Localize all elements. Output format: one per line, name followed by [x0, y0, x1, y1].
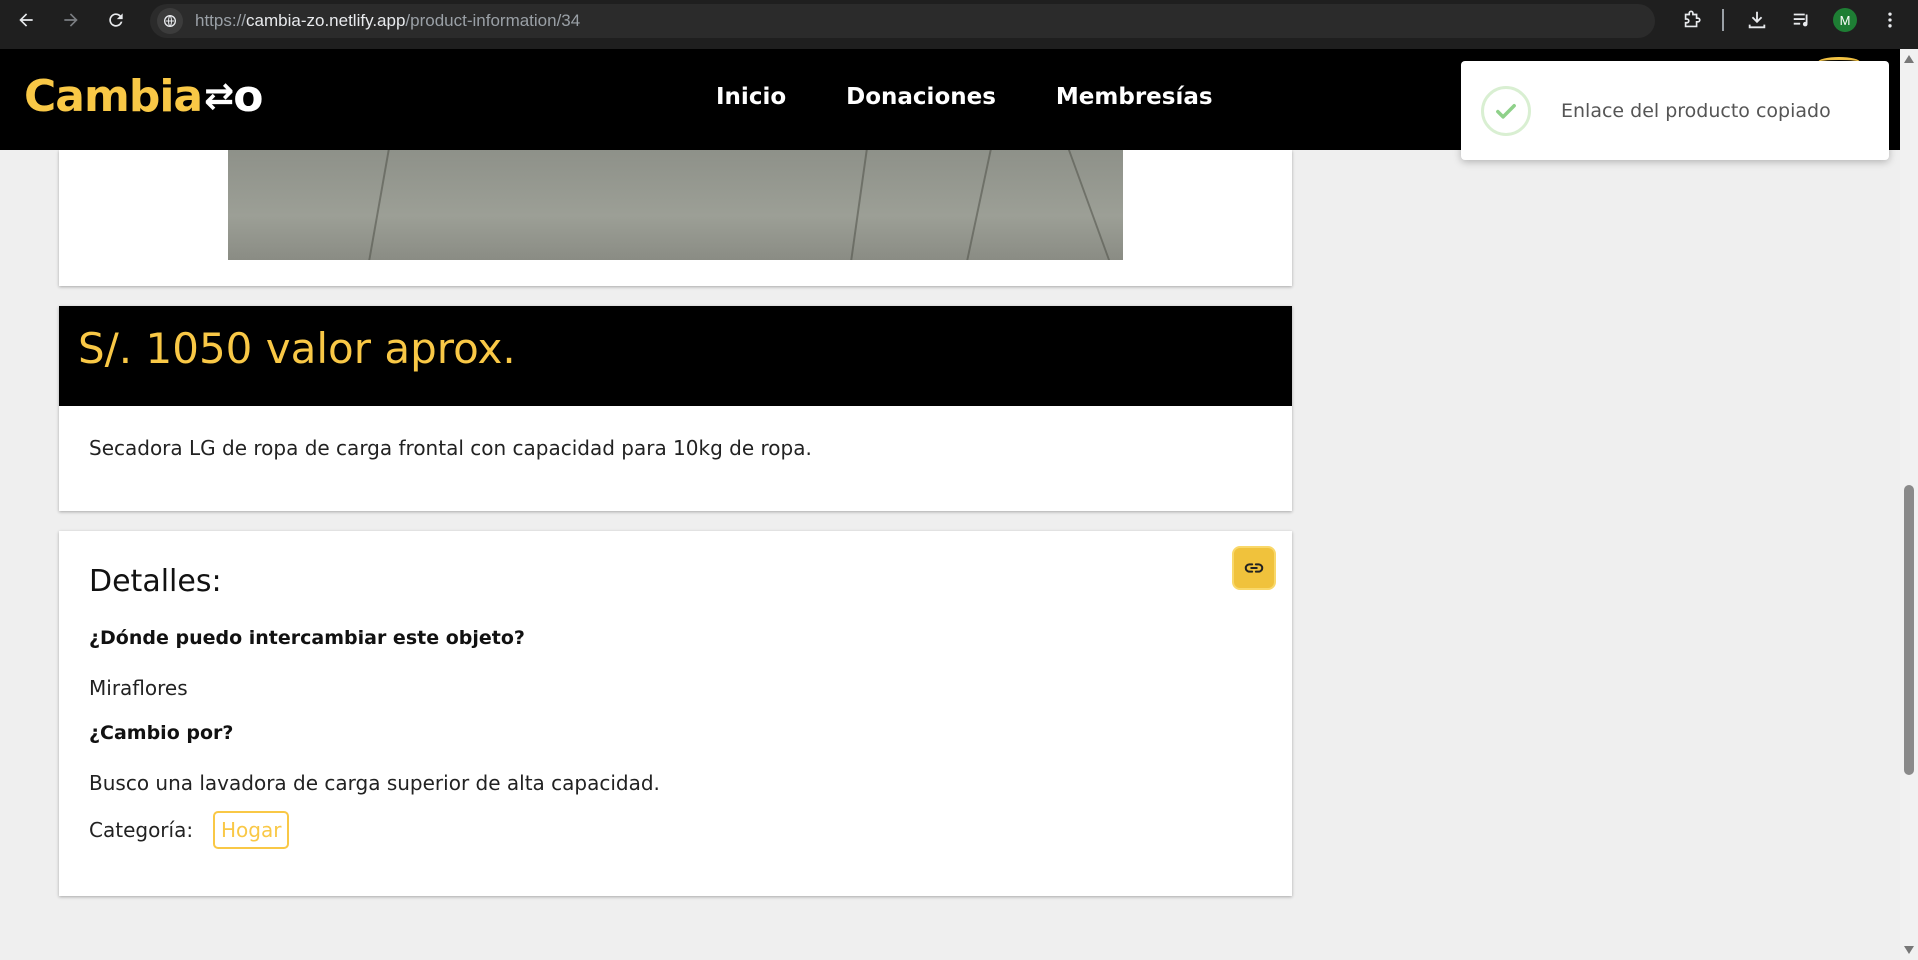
nav-membresias[interactable]: Membresías: [1056, 84, 1213, 110]
toolbar-divider: [1722, 9, 1724, 31]
swap-arrows-icon: ⇄: [204, 76, 234, 117]
media-control-icon[interactable]: [1790, 6, 1814, 34]
exchange-question: ¿Cambio por?: [89, 722, 234, 744]
scroll-thumb[interactable]: [1904, 485, 1914, 775]
address-bar[interactable]: https://cambia-zo.netlify.app/product-in…: [150, 4, 1655, 38]
success-check-icon: [1481, 86, 1531, 136]
product-price: S/. 1050 valor aprox.: [78, 324, 516, 373]
url-text: https://cambia-zo.netlify.app/product-in…: [195, 11, 581, 30]
category-chip[interactable]: Hogar: [213, 811, 290, 849]
where-question: ¿Dónde puedo intercambiar este objeto?: [89, 627, 525, 649]
scroll-down-arrow[interactable]: [1904, 946, 1914, 954]
copy-link-button[interactable]: [1232, 546, 1276, 590]
product-image: [228, 150, 1123, 260]
details-card: Detalles: ¿Dónde puedo intercambiar este…: [59, 531, 1292, 896]
toast-message: Enlace del producto copiado: [1561, 100, 1831, 122]
where-answer: Miraflores: [89, 676, 188, 700]
price-banner: S/. 1050 valor aprox.: [59, 306, 1292, 406]
site-info-icon[interactable]: [157, 8, 183, 34]
extensions-icon[interactable]: [1680, 6, 1704, 34]
browser-toolbar: https://cambia-zo.netlify.app/product-in…: [0, 0, 1918, 49]
product-image-card: [59, 150, 1292, 286]
reload-icon[interactable]: [102, 6, 130, 34]
nav-inicio[interactable]: Inicio: [716, 84, 786, 110]
link-icon: [1244, 563, 1264, 573]
details-title: Detalles:: [89, 564, 222, 599]
forward-icon[interactable]: [57, 6, 85, 34]
profile-avatar[interactable]: M: [1833, 8, 1857, 32]
nav-donaciones[interactable]: Donaciones: [846, 84, 996, 110]
main-nav: Inicio Donaciones Membresías: [716, 84, 1213, 110]
price-card: S/. 1050 valor aprox. Secadora LG de rop…: [59, 306, 1292, 511]
page-scrollbar[interactable]: [1900, 49, 1918, 960]
category-label: Categoría:: [89, 818, 194, 842]
exchange-answer: Busco una lavadora de carga superior de …: [89, 771, 660, 795]
toast-notification: Enlace del producto copiado: [1461, 61, 1889, 160]
cambiazo-logo[interactable]: Cambia ⇄ o: [24, 71, 264, 122]
download-icon[interactable]: [1745, 6, 1769, 34]
back-icon[interactable]: [12, 6, 40, 34]
scroll-up-arrow[interactable]: [1904, 55, 1914, 63]
menu-kebab-icon[interactable]: [1880, 6, 1900, 34]
product-description: Secadora LG de ropa de carga frontal con…: [89, 436, 812, 460]
